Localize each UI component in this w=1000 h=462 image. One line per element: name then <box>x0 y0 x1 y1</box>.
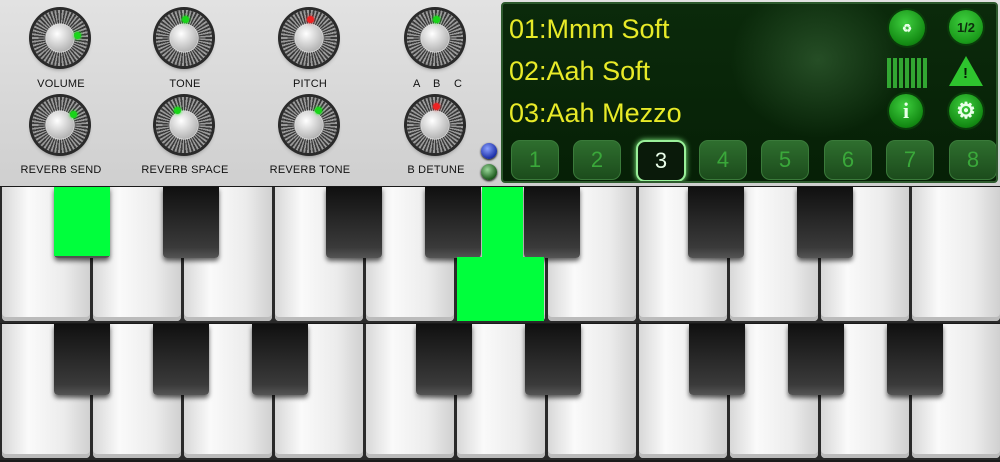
warning-icon[interactable]: ! <box>949 56 983 86</box>
reverb-tone-knob[interactable] <box>281 97 337 153</box>
preset-2[interactable]: 02:Aah Soft <box>509 56 650 87</box>
slot-3-button[interactable]: 3 <box>636 140 686 181</box>
black-key[interactable] <box>153 324 209 395</box>
singer-photo <box>723 4 913 144</box>
voice-label-c: C <box>454 78 462 90</box>
volume-label: VOLUME <box>37 78 85 90</box>
slot-6-button[interactable]: 6 <box>824 140 872 180</box>
black-key[interactable] <box>252 324 308 395</box>
white-key[interactable] <box>912 187 1000 321</box>
black-key[interactable] <box>163 187 219 258</box>
upper-keyboard <box>0 187 1000 323</box>
voice-label-a: A <box>413 78 421 90</box>
blue-led-button[interactable] <box>481 143 497 159</box>
b-detune-label: B DETUNE <box>407 164 465 176</box>
slot-2-button[interactable]: 2 <box>573 140 621 180</box>
recycle-icon[interactable]: ♻ <box>889 10 925 46</box>
black-key[interactable] <box>524 187 580 258</box>
volume-knob[interactable] <box>32 10 88 66</box>
reverb-tone-label: REVERB TONE <box>269 164 351 176</box>
pitch-knob[interactable] <box>281 10 337 66</box>
b-detune-knob[interactable] <box>407 97 463 153</box>
slot-1-button[interactable]: 1 <box>511 140 559 180</box>
slot-4-button[interactable]: 4 <box>699 140 747 180</box>
tone-knob[interactable] <box>156 10 212 66</box>
reverb-space-label: REVERB SPACE <box>141 164 229 176</box>
green-led-button[interactable] <box>481 164 497 180</box>
preset-1[interactable]: 01:Mmm Soft <box>509 14 670 45</box>
black-key[interactable] <box>425 187 481 258</box>
black-key[interactable] <box>525 324 581 395</box>
info-icon[interactable]: i <box>889 94 923 128</box>
slot-7-button[interactable]: 7 <box>886 140 934 180</box>
black-key[interactable] <box>797 187 853 258</box>
slot-8-button[interactable]: 8 <box>949 140 996 180</box>
voice-label-b: B <box>433 78 441 90</box>
lower-keyboard <box>0 324 1000 460</box>
voice-select-knob[interactable] <box>407 10 463 66</box>
black-key[interactable] <box>887 324 943 395</box>
black-key[interactable] <box>54 324 110 395</box>
reverb-send-label: REVERB SEND <box>20 164 102 176</box>
pressed-black-key[interactable] <box>54 187 110 256</box>
black-key[interactable] <box>689 324 745 395</box>
slot-5-button[interactable]: 5 <box>761 140 809 180</box>
black-key[interactable] <box>326 187 382 258</box>
black-key[interactable] <box>416 324 472 395</box>
pressed-white-key[interactable] <box>457 257 544 321</box>
page-toggle-button[interactable]: 1/2 <box>949 10 983 44</box>
preset-display: 01:Mmm Soft 02:Aah Soft 03:Aah Mezzo ♻ 1… <box>501 2 998 183</box>
pressed-black-key[interactable] <box>482 187 523 257</box>
tone-label: TONE <box>169 78 201 90</box>
level-meter-icon <box>887 58 929 88</box>
black-key[interactable] <box>788 324 844 395</box>
preset-3[interactable]: 03:Aah Mezzo <box>509 98 682 129</box>
reverb-space-knob[interactable] <box>156 97 212 153</box>
black-key[interactable] <box>688 187 744 258</box>
gear-icon[interactable]: ⚙ <box>949 94 983 128</box>
pitch-label: PITCH <box>293 78 327 90</box>
reverb-send-knob[interactable] <box>32 97 88 153</box>
